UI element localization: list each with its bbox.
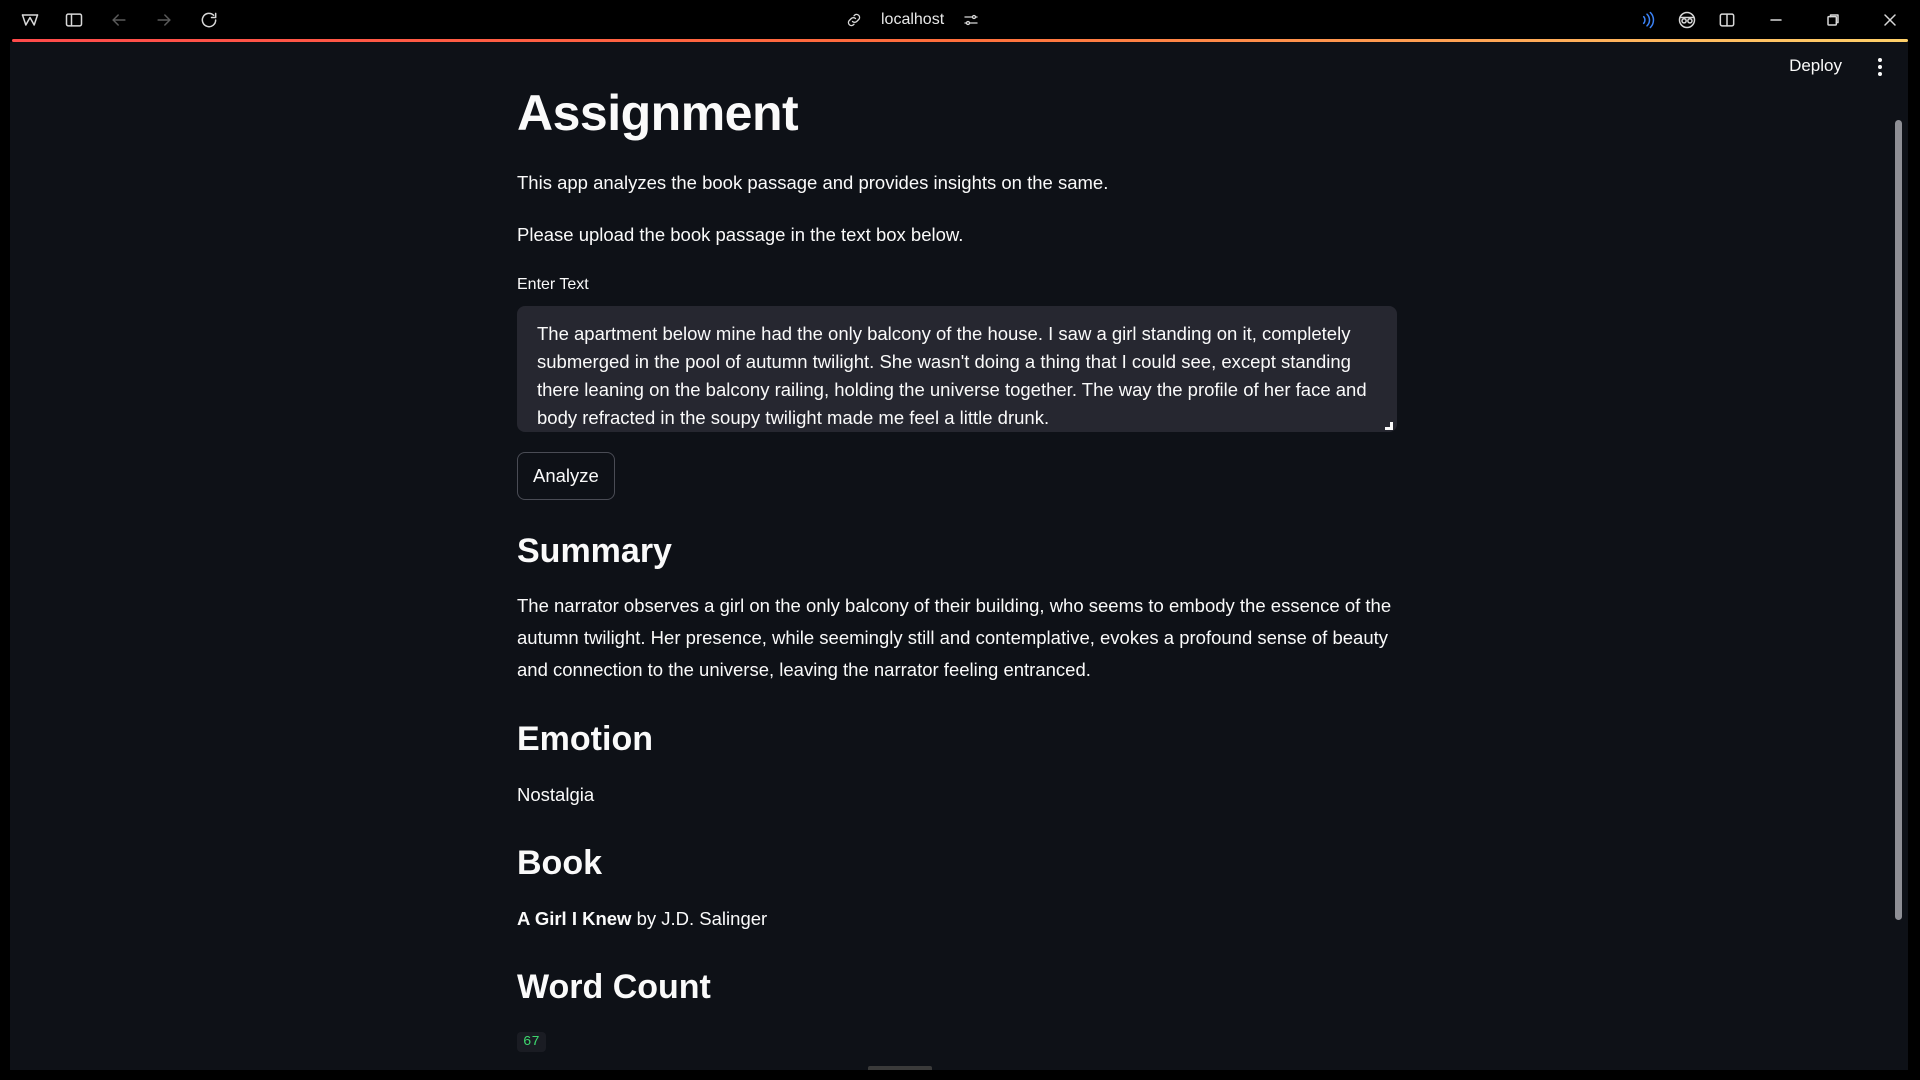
bottom-handle	[868, 1066, 932, 1070]
close-icon[interactable]	[1874, 6, 1906, 34]
book-title: A Girl I Knew	[517, 908, 632, 929]
forward-icon[interactable]	[148, 6, 180, 34]
summary-heading: Summary	[517, 532, 672, 570]
passage-text: The apartment below mine had the only ba…	[537, 323, 1367, 428]
page-title: Assignment	[517, 85, 799, 141]
main-menu-icon[interactable]	[1870, 56, 1890, 78]
passage-textarea[interactable]: The apartment below mine had the only ba…	[517, 306, 1397, 432]
site-settings-icon[interactable]	[962, 11, 980, 29]
restore-icon[interactable]	[1817, 6, 1849, 34]
sidebar-toggle-icon[interactable]	[58, 6, 90, 34]
analyze-button[interactable]: Analyze	[517, 452, 615, 500]
book-author: by J.D. Salinger	[631, 908, 768, 929]
browser-logo-icon[interactable]	[14, 6, 46, 34]
read-aloud-icon[interactable]	[1631, 6, 1663, 34]
summary-text: The narrator observes a girl on the only…	[517, 595, 1392, 680]
emotion-value: Nostalgia	[517, 784, 595, 805]
emotion-heading: Emotion	[517, 720, 653, 758]
app-frame: Deploy Assignment This app analyzes the …	[10, 42, 1908, 1070]
book-line: A Girl I Knew by J.D. Salinger	[517, 908, 767, 930]
profile-avatar-icon[interactable]	[1671, 6, 1703, 34]
link-icon	[847, 13, 861, 27]
vertical-scrollbar[interactable]	[1895, 120, 1902, 920]
address-bar[interactable]: localhost	[845, 6, 980, 34]
intro-text: This app analyzes the book passage and p…	[517, 172, 1109, 193]
reload-icon[interactable]	[193, 6, 225, 34]
back-icon[interactable]	[103, 6, 135, 34]
word-count-heading: Word Count	[517, 968, 711, 1006]
split-view-icon[interactable]	[1711, 6, 1743, 34]
address-text: localhost	[881, 11, 945, 28]
minimize-icon[interactable]	[1760, 6, 1792, 34]
instruction-text: Please upload the book passage in the te…	[517, 224, 964, 245]
deploy-button[interactable]: Deploy	[1789, 56, 1842, 76]
resize-handle-icon[interactable]	[1385, 422, 1393, 430]
book-heading: Book	[517, 844, 602, 882]
browser-toolbar: localhost	[0, 0, 1920, 40]
word-count-value: 67	[517, 1032, 546, 1052]
input-label: Enter Text	[517, 276, 589, 293]
